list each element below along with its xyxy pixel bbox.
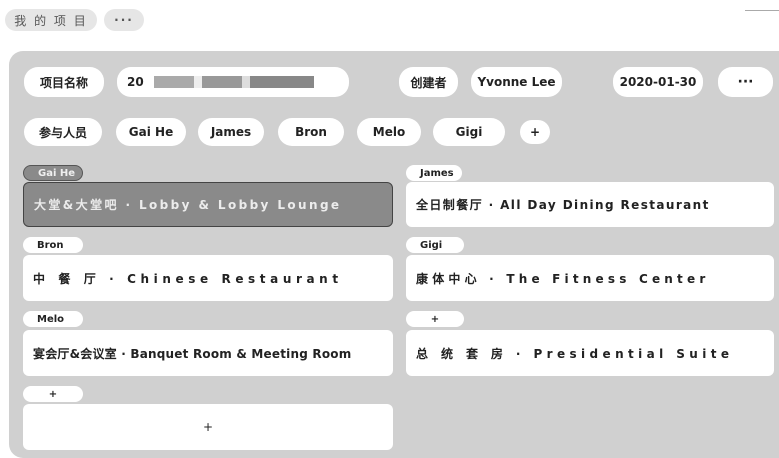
area-card-presidential-suite[interactable]: 总 统 套 房 · Presidential Suite <box>406 330 774 376</box>
member-chip-bron[interactable]: Bron <box>278 118 344 146</box>
divider <box>745 10 779 11</box>
project-name-label: 项目名称 <box>24 67 104 97</box>
area-card-fitness-center[interactable]: 康体中心 · The Fitness Center <box>406 255 774 301</box>
area-card-banquet-meeting[interactable]: 宴会厅&会议室 · Banquet Room & Meeting Room <box>23 330 393 376</box>
creator-label: 创建者 <box>399 67 458 97</box>
members-label: 参与人员 <box>24 118 102 146</box>
area-owner-tab[interactable]: Gigi <box>406 237 464 253</box>
redacted-bar <box>153 76 314 88</box>
area-owner-tab[interactable]: Melo <box>23 311 83 327</box>
area-card-all-day-dining[interactable]: 全日制餐厅 · All Day Dining Restaurant <box>406 182 774 227</box>
my-projects-title[interactable]: 我 的 项 目 <box>5 9 97 31</box>
member-chip-gigi[interactable]: Gigi <box>433 118 505 146</box>
add-owner-tab[interactable]: + <box>406 311 464 327</box>
add-owner-tab[interactable]: + <box>23 386 83 402</box>
area-card-chinese-restaurant[interactable]: 中 餐 厅 · Chinese Restaurant <box>23 255 393 301</box>
area-card-lobby[interactable]: 大堂&大堂吧 · Lobby & Lobby Lounge <box>23 182 393 227</box>
project-name-field[interactable]: 20 <box>117 67 349 97</box>
area-owner-tab[interactable]: Gai He <box>23 165 83 181</box>
add-member-button[interactable]: + <box>520 120 550 144</box>
area-owner-tab[interactable]: James <box>406 165 462 181</box>
member-chip-james[interactable]: James <box>198 118 264 146</box>
top-more-button[interactable]: ··· <box>104 9 144 31</box>
add-area-card[interactable]: + <box>23 404 393 450</box>
header-more-button[interactable]: ··· <box>718 67 773 97</box>
date-field[interactable]: 2020-01-30 <box>613 67 703 97</box>
member-chip-gai-he[interactable]: Gai He <box>116 118 186 146</box>
member-chip-melo[interactable]: Melo <box>357 118 421 146</box>
creator-value[interactable]: Yvonne Lee <box>471 67 562 97</box>
area-owner-tab[interactable]: Bron <box>23 237 83 253</box>
